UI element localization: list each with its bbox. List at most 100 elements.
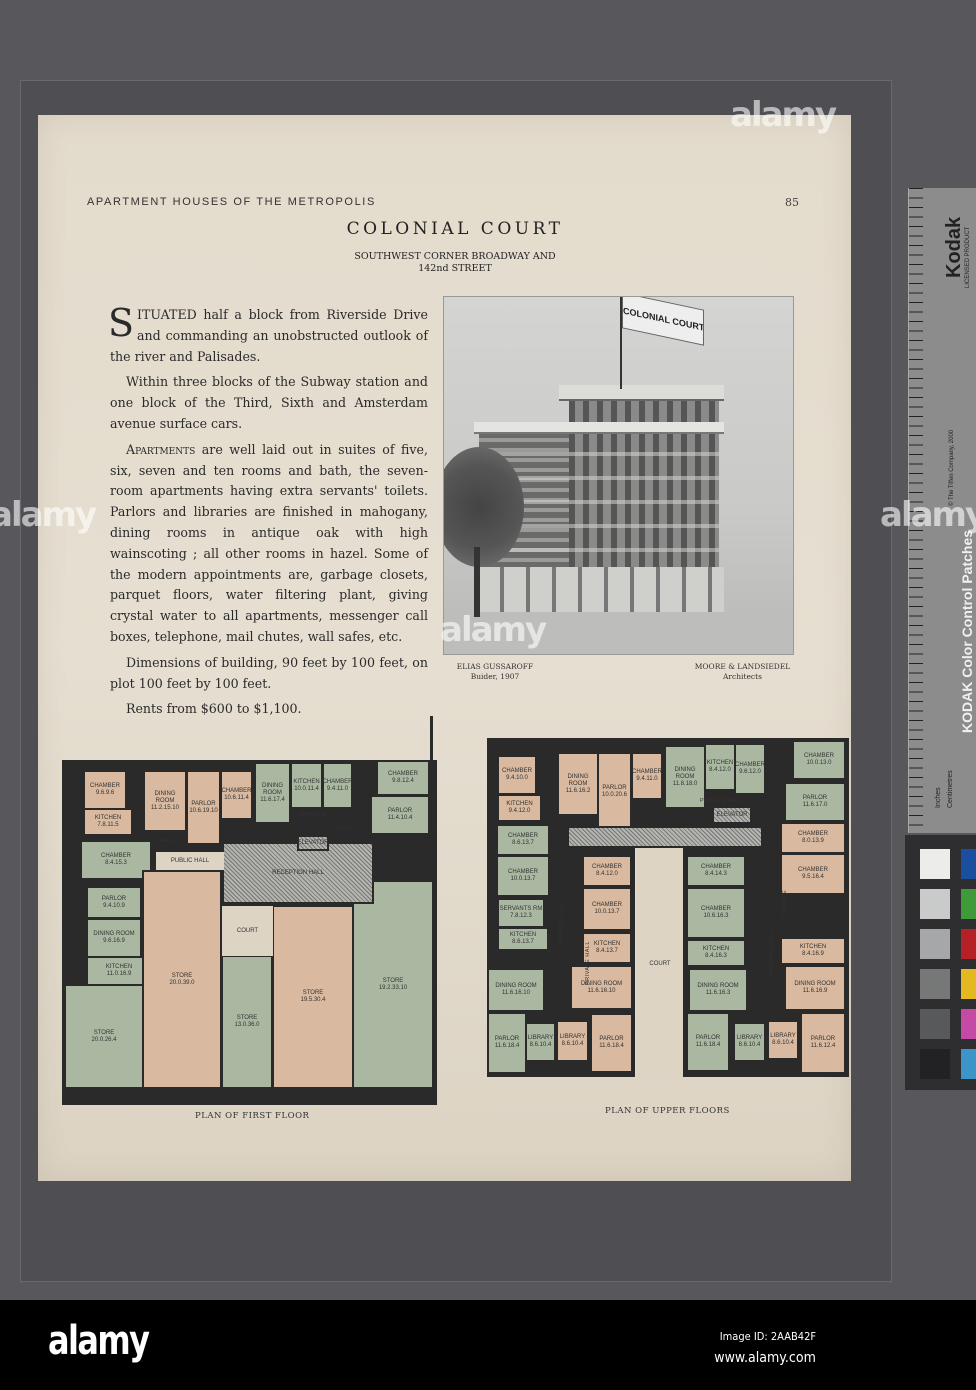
upper-floor-hall-label: PRIVATE HALL bbox=[700, 798, 745, 804]
room-dimensions: 11.6.12.4 bbox=[810, 1043, 836, 1049]
gray-patch bbox=[920, 1049, 950, 1079]
upper-floor-hall-label: PRIVATE HALL bbox=[585, 940, 592, 986]
running-head: APARTMENT HOUSES OF THE METROPOLIS bbox=[87, 196, 376, 208]
lead-word: Apartments bbox=[126, 441, 196, 457]
upper-floor-room-dining-room: DINING ROOM 11.6.16.2 bbox=[557, 752, 599, 816]
room-dimensions: 7.8.11.5 bbox=[97, 822, 119, 828]
room-dimensions: 8.6.13.7 bbox=[512, 840, 534, 846]
room-dimensions: 9.4.11.0 bbox=[636, 776, 658, 782]
upper-floor-room-servants-rm: SERVANTS RM 7.8.12.3 bbox=[497, 898, 545, 928]
upper-floor-room-chamber: CHAMBER 9.5.16.4 bbox=[780, 853, 846, 895]
room-dimensions: 9.4.12.0 bbox=[508, 808, 531, 814]
upper-floor-hall-label: PRIVATE bbox=[782, 889, 789, 917]
footer-bar: alamy Image ID: 2AAB42F www.alamy.com bbox=[0, 1300, 976, 1390]
builder-credit: ELIAS GUSSAROFF Buider, 1907 bbox=[440, 662, 550, 682]
site-url[interactable]: www.alamy.com bbox=[714, 1350, 816, 1366]
room-dimensions: 8.0.13.9 bbox=[802, 838, 824, 844]
storefronts bbox=[474, 567, 724, 612]
room-dimensions: 20.0.26.4 bbox=[91, 1036, 117, 1043]
first-floor-hall-label: HALL bbox=[160, 838, 176, 844]
architect-credit: MOORE & LANDSIEDEL Architects bbox=[680, 662, 805, 682]
color-patch bbox=[961, 889, 976, 919]
room-name: PARLOR bbox=[602, 785, 627, 791]
room-dimensions: 11.2.15.10 bbox=[151, 804, 179, 811]
room-dimensions: 10.6.11.4 bbox=[224, 795, 249, 801]
room-name: PARLOR bbox=[802, 795, 828, 801]
room-name: CHAMBER bbox=[591, 902, 622, 908]
room-dimensions: 8.4.16.9 bbox=[802, 951, 824, 957]
room-name: PARLOR bbox=[387, 808, 413, 814]
flag: COLONIAL COURT bbox=[622, 297, 704, 346]
upper-floor-room-parlor: PARLOR 11.6.18.4 bbox=[590, 1013, 633, 1073]
paragraph: S ITUATED half a block from Riverside Dri… bbox=[108, 301, 428, 367]
upper-floor-room-elevator: ELEVATOR bbox=[712, 806, 752, 824]
room-name: KITCHEN bbox=[293, 778, 320, 785]
gray-patch bbox=[920, 969, 950, 999]
upper-floor-hall-label: PRIVATE HALL bbox=[559, 900, 566, 946]
room-name: KITCHEN bbox=[702, 946, 730, 952]
drop-cap: S bbox=[108, 301, 135, 345]
room-dimensions: 8.4.12.0 bbox=[709, 767, 731, 773]
room-name: CHAMBER bbox=[507, 833, 538, 839]
room-name: PARLOR bbox=[101, 895, 127, 902]
upper-floor-room-library: LIBRARY 8.6.10.4 bbox=[733, 1022, 766, 1062]
room-dimensions: 11.6.16.9 bbox=[802, 988, 828, 994]
upper-floor-room-chamber: CHAMBER 8.4.14.3 bbox=[686, 855, 746, 887]
room-name: RECEPTION HALL bbox=[272, 869, 324, 876]
room-dimensions: 11.8.18.0 bbox=[672, 780, 698, 787]
upper-floor-room-chamber: CHAMBER 10.0.13.7 bbox=[496, 855, 550, 897]
room-dimensions: 9.4.11.0 bbox=[326, 785, 349, 792]
room-name: PARLOR bbox=[191, 800, 216, 807]
room-name: PUBLIC HALL bbox=[170, 857, 210, 864]
alamy-logo: alamy bbox=[48, 1318, 150, 1364]
room-name: CHAMBER bbox=[797, 867, 828, 873]
upper-floor-room-kitchen: KITCHEN 8.4.16.3 bbox=[686, 939, 746, 967]
builder-role: Buider, 1907 bbox=[470, 672, 520, 681]
color-patch bbox=[961, 929, 976, 959]
first-floor-room-parlor: PARLOR 11.4.10.4 bbox=[370, 795, 430, 835]
room-dimensions: 8.4.13.7 bbox=[596, 948, 618, 954]
room-name: CHAMBER bbox=[591, 864, 622, 870]
cornice bbox=[474, 422, 724, 434]
room-name: KITCHEN bbox=[593, 941, 621, 947]
room-name: PARLOR bbox=[599, 1036, 624, 1042]
room-name: DINING ROOM bbox=[495, 983, 537, 989]
subtitle: SOUTHWEST CORNER BROADWAY AND 142nd STRE… bbox=[330, 251, 580, 275]
room-name: KITCHEN bbox=[799, 944, 827, 950]
first-floor-room-store: STORE 19.2.33.10 bbox=[352, 880, 434, 1089]
room-name: CHAMBER bbox=[387, 771, 418, 777]
page-number: 85 bbox=[785, 196, 799, 209]
room-dimensions: 11.6.17.4 bbox=[260, 796, 285, 803]
room-name: CHAMBER bbox=[797, 831, 828, 837]
first-floor-room-kitchen: KITCHEN 10.0.11.4 bbox=[290, 762, 323, 809]
room-name: CHAMBER bbox=[501, 768, 532, 774]
gray-patch bbox=[920, 1009, 950, 1039]
room-dimensions: 8.4.12.0 bbox=[596, 871, 618, 877]
upper-floor-room-chamber: CHAMBER 10.6.16.3 bbox=[686, 887, 746, 939]
room-name: KITCHEN bbox=[506, 801, 533, 807]
room-name: CHAMBER bbox=[507, 869, 538, 875]
room-dimensions: 8.6.10.4 bbox=[529, 1042, 552, 1048]
room-name: CHAMBER bbox=[700, 906, 731, 912]
kodak-logo: Kodak bbox=[943, 216, 965, 278]
first-floor-room-chamber: CHAMBER 9.8.12.4 bbox=[376, 760, 430, 796]
paragraph: Apartments are well laid out in suites o… bbox=[110, 440, 428, 648]
room-dimensions: 11.4.10.4 bbox=[387, 815, 413, 821]
first-floor-room-chamber: CHAMBER 9.4.11.0 bbox=[322, 762, 353, 809]
room-name: LIBRARY bbox=[736, 1035, 763, 1041]
room-dimensions: 7.8.12.3 bbox=[510, 913, 532, 919]
room-name: LIBRARY bbox=[559, 1034, 586, 1040]
room-dimensions: 19.2.33.10 bbox=[378, 984, 408, 991]
room-name: CHAMBER bbox=[735, 762, 766, 768]
room-name: COURT bbox=[236, 927, 259, 934]
room-name: LIBRARY bbox=[770, 1033, 796, 1039]
first-floor-hall-label: HALL bbox=[338, 826, 354, 832]
room-name: STORE bbox=[171, 972, 193, 979]
upper-floor-room-parlor: PARLOR 11.6.17.0 bbox=[784, 782, 846, 822]
first-floor-room-reception-hall: RECEPTION HALL bbox=[222, 842, 374, 904]
first-floor-room-store: STORE 13.0.36.0 bbox=[221, 955, 273, 1089]
first-floor-room-parlor: PARLOR 9.4.10.9 bbox=[86, 886, 142, 919]
description-text: S ITUATED half a block from Riverside Dri… bbox=[108, 301, 428, 725]
watermark-logo: alamy bbox=[730, 95, 837, 135]
room-name: DINING ROOM bbox=[93, 931, 135, 937]
